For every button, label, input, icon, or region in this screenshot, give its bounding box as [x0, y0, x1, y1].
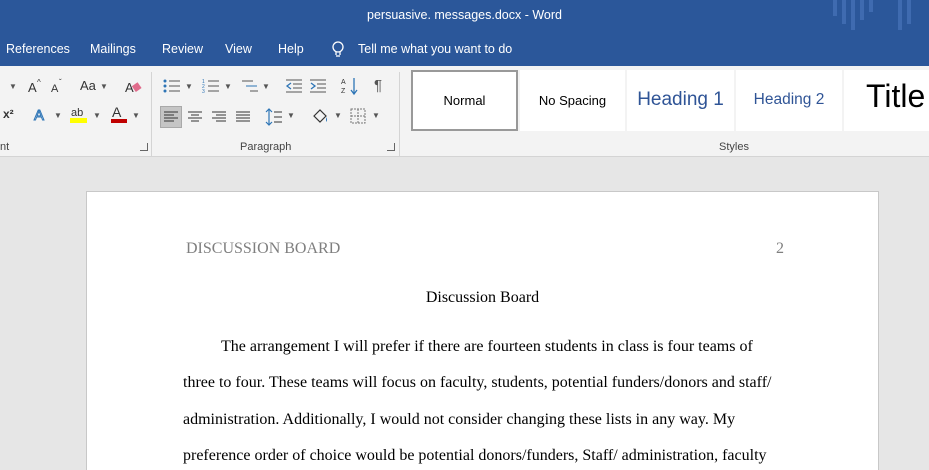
align-right-icon[interactable]: [210, 108, 228, 126]
align-center-icon[interactable]: [186, 108, 204, 126]
style-no-spacing-label: No Spacing: [538, 93, 607, 108]
svg-text:ab: ab: [71, 107, 83, 119]
numbering-dropdown-icon[interactable]: ▼: [224, 82, 232, 91]
paragraph-group-label: Paragraph: [240, 141, 292, 153]
style-title[interactable]: Title: [844, 70, 929, 131]
clear-formatting-icon[interactable]: A: [124, 78, 142, 94]
font-dialog-launcher-icon[interactable]: [140, 143, 148, 151]
line-spacing-dropdown-icon[interactable]: ▼: [287, 111, 295, 120]
paragraph-line: preference order of choice would be pote…: [183, 447, 767, 464]
font-color-icon[interactable]: A: [110, 104, 128, 124]
tab-references[interactable]: References: [6, 42, 70, 56]
highlight-color-icon[interactable]: ab: [69, 104, 89, 124]
style-heading-1[interactable]: Heading 1: [627, 70, 734, 131]
style-heading-2[interactable]: Heading 2: [736, 70, 842, 131]
titlebar-decoration: [842, 0, 846, 24]
borders-dropdown-icon[interactable]: ▼: [372, 111, 380, 120]
svg-text:A: A: [28, 80, 37, 94]
tab-review[interactable]: Review: [162, 42, 203, 56]
title-bar: persuasive. messages.docx - Word: [0, 0, 929, 33]
font-size-dropdown-icon[interactable]: ▼: [9, 82, 17, 91]
sort-icon[interactable]: AZ: [341, 76, 359, 96]
numbering-icon[interactable]: 1 2 3: [202, 78, 220, 94]
svg-text:A: A: [51, 83, 59, 94]
titlebar-decoration: [860, 0, 864, 20]
document-title: Discussion Board: [425, 289, 540, 306]
svg-text:3: 3: [202, 89, 205, 94]
titlebar-decoration: [869, 0, 873, 12]
tab-help[interactable]: Help: [278, 42, 304, 56]
shading-icon[interactable]: [310, 107, 330, 127]
show-formatting-icon[interactable]: ¶: [374, 77, 382, 94]
paragraph-line: administration. Additionally, I would no…: [183, 411, 736, 428]
highlight-dropdown-icon[interactable]: ▼: [93, 111, 101, 120]
style-title-label: Title: [866, 78, 926, 114]
styles-group-label: Styles: [719, 141, 749, 153]
svg-text:ˇ: ˇ: [59, 78, 62, 87]
change-case-dropdown-icon[interactable]: ▼: [100, 82, 108, 91]
svg-text:^: ^: [37, 78, 41, 87]
text-effects-icon[interactable]: A: [32, 105, 50, 124]
line-spacing-icon[interactable]: [265, 107, 283, 127]
style-heading-1-label: Heading 1: [637, 89, 724, 110]
multilevel-dropdown-icon[interactable]: ▼: [262, 82, 270, 91]
font-group-label: nt: [0, 141, 10, 153]
superscript-icon[interactable]: x²: [3, 107, 14, 121]
tab-view[interactable]: View: [225, 42, 252, 56]
borders-icon[interactable]: [350, 108, 366, 124]
titlebar-decoration: [907, 0, 911, 24]
shading-dropdown-icon[interactable]: ▼: [334, 111, 342, 120]
group-separator: [399, 72, 400, 156]
tell-me-search[interactable]: Tell me what you want to do: [358, 42, 512, 56]
titlebar-decoration: [833, 0, 837, 16]
style-normal[interactable]: Normal: [411, 70, 518, 131]
window-title: persuasive. messages.docx - Word: [367, 8, 562, 22]
decrease-indent-icon[interactable]: [285, 78, 303, 94]
text-effects-dropdown-icon[interactable]: ▼: [54, 111, 62, 120]
style-no-spacing[interactable]: No Spacing: [520, 70, 625, 131]
align-left-button[interactable]: [160, 106, 182, 128]
svg-text:A: A: [341, 79, 346, 86]
align-left-icon: [164, 111, 178, 122]
group-separator: [151, 72, 152, 156]
style-heading-2-label: Heading 2: [753, 91, 825, 108]
document-area[interactable]: DISCUSSION BOARD 2 Discussion Board The …: [0, 158, 929, 470]
svg-text:Z: Z: [341, 88, 346, 95]
svg-text:A: A: [34, 107, 44, 123]
shrink-font-icon[interactable]: A ˇ: [50, 78, 66, 94]
svg-text:A: A: [112, 104, 122, 120]
grow-font-icon[interactable]: A ^: [27, 78, 43, 94]
change-case-button[interactable]: Aa: [80, 78, 96, 93]
increase-indent-icon[interactable]: [309, 78, 327, 94]
paragraph-line: three to four. These teams will focus on…: [183, 374, 772, 391]
page-number: 2: [776, 240, 784, 257]
lightbulb-icon[interactable]: [331, 41, 345, 58]
tab-mailings[interactable]: Mailings: [90, 42, 136, 56]
paragraph-dialog-launcher-icon[interactable]: [387, 143, 395, 151]
ribbon-tabs: References Mailings Review View Help Tel…: [0, 33, 929, 66]
document-page[interactable]: DISCUSSION BOARD 2 Discussion Board The …: [86, 191, 879, 470]
style-normal-label: Normal: [443, 93, 486, 108]
font-color-dropdown-icon[interactable]: ▼: [132, 111, 140, 120]
bullets-dropdown-icon[interactable]: ▼: [185, 82, 193, 91]
paragraph-line: The arrangement I will prefer if there a…: [221, 338, 753, 355]
page-header: DISCUSSION BOARD: [186, 240, 341, 257]
bullets-icon[interactable]: [163, 78, 181, 94]
titlebar-decoration: [851, 0, 855, 30]
titlebar-decoration: [898, 0, 902, 30]
multilevel-list-icon[interactable]: [241, 78, 259, 94]
ribbon: ▼ A ^ A ˇ Aa ▼ A x² A ▼ ab ▼ A ▼ nt ▼ 1 …: [0, 66, 929, 157]
justify-icon[interactable]: [234, 108, 252, 126]
